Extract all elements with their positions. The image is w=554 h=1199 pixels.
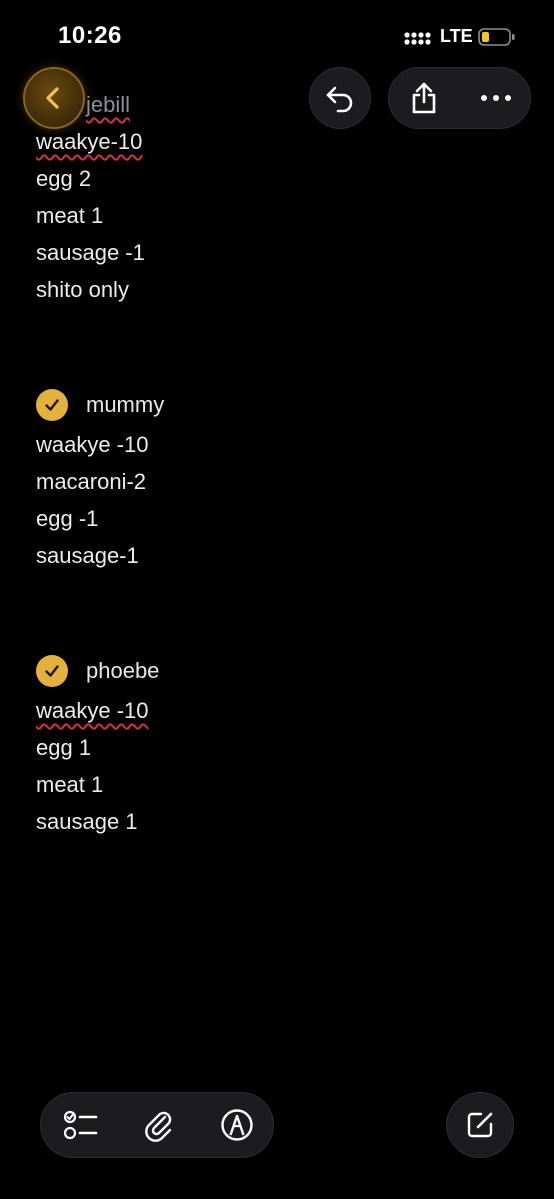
compose-button[interactable] bbox=[446, 1092, 514, 1158]
note-line: sausage 1 bbox=[36, 809, 138, 834]
note-line: egg 1 bbox=[36, 735, 92, 760]
attachment-button[interactable] bbox=[123, 1093, 195, 1157]
note-line: waakye -10 bbox=[36, 698, 149, 723]
note-line: sausage -1 bbox=[36, 240, 145, 265]
note-line: shito only bbox=[36, 277, 129, 302]
status-bar: 10:26 LTE bbox=[0, 0, 554, 70]
note-line: waakye -10 bbox=[36, 432, 149, 457]
markup-button[interactable] bbox=[201, 1093, 273, 1157]
note-line: sausage-1 bbox=[36, 543, 139, 568]
note-line: meat 1 bbox=[36, 772, 104, 797]
checkmark-circle-icon[interactable] bbox=[36, 654, 68, 687]
checklist-icon bbox=[63, 1110, 98, 1140]
note-line: meat 1 bbox=[36, 203, 104, 228]
signal-strength-icon bbox=[404, 32, 431, 45]
note-line: waakye-10 bbox=[36, 129, 143, 154]
note-line: macaroni-2 bbox=[36, 469, 147, 494]
entry-name: mummy bbox=[86, 392, 165, 417]
status-time: 10:26 bbox=[58, 22, 122, 49]
note-line: egg 2 bbox=[36, 166, 92, 191]
note-body[interactable]: jebill waakye-10 egg 2 meat 1 sausage -1… bbox=[36, 86, 516, 840]
pen-circle-icon bbox=[221, 1109, 253, 1141]
network-type: LTE bbox=[440, 26, 473, 46]
bottom-toolbar bbox=[40, 1092, 274, 1158]
entry-name: phoebe bbox=[86, 658, 160, 683]
checklist-button[interactable] bbox=[45, 1093, 117, 1157]
entry-name-jebill: jebill bbox=[86, 92, 131, 117]
paperclip-icon bbox=[145, 1111, 172, 1142]
checklist-item-phoebe: phoebe bbox=[36, 652, 516, 689]
checkmark-circle-icon[interactable] bbox=[36, 388, 68, 421]
battery-low-icon bbox=[478, 28, 515, 46]
checklist-item-mummy: mummy bbox=[36, 386, 516, 423]
note-line: egg -1 bbox=[36, 506, 99, 531]
compose-icon bbox=[467, 1112, 493, 1138]
